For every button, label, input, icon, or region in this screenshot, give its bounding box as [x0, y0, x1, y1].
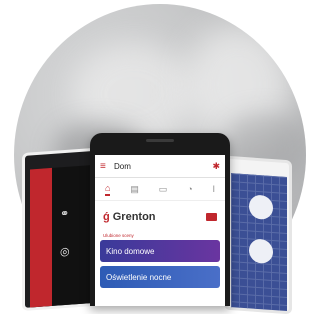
center-phone: ≡ Dom ✱ ⌂ ▤ ▭ ◔ ǀ ǵ Grenton Ulubione sce…: [90, 133, 230, 306]
scene-card-home-cinema[interactable]: Kino domowe: [100, 240, 220, 262]
lamp-icon[interactable]: ◔: [187, 184, 192, 194]
circular-photo-frame: ⚭ ◎ ≡ Dom ✱ ⌂ ▤ ▭ ◔ ǀ ǵ Grenton Ulubione…: [0, 0, 306, 314]
fingerprint-icon: ◎: [60, 245, 70, 259]
right-phone: [224, 155, 292, 314]
color-wheel-icon: [249, 194, 273, 221]
home-icon[interactable]: ⌂: [104, 183, 111, 196]
scene-label: Oświetlenie nocne: [106, 272, 172, 282]
right-phone-screen: [231, 173, 287, 312]
scene-label: Kino domowe: [106, 246, 155, 256]
blinds-icon[interactable]: ▤: [130, 184, 139, 195]
location-title: Dom: [114, 161, 131, 171]
grenton-logo-icon: ǵ: [103, 211, 110, 223]
brand-name: Grenton: [112, 211, 156, 223]
grenton-logo: ǵ Grenton: [103, 211, 156, 223]
left-phone-red-panel: [30, 167, 52, 308]
settings-icon[interactable]: ✱: [212, 161, 220, 172]
thermometer-icon[interactable]: ǀ: [213, 184, 215, 194]
favorites-section-label: Ulubione sceny: [103, 233, 134, 238]
app-screen: ≡ Dom ✱ ⌂ ▤ ▭ ◔ ǀ ǵ Grenton Ulubione sce…: [95, 155, 225, 306]
app-top-bar: ≡ Dom ✱: [95, 155, 225, 178]
scene-card-night-light[interactable]: Oświetlenie nocne: [100, 266, 220, 288]
menu-icon[interactable]: ≡: [100, 161, 114, 172]
blind-control-icon: [249, 238, 273, 265]
link-icon: ⚭: [60, 207, 70, 221]
sofa-icon[interactable]: ▭: [159, 184, 168, 195]
category-tabs: ⌂ ▤ ▭ ◔ ǀ: [95, 178, 225, 201]
brand-row: ǵ Grenton: [95, 201, 225, 233]
phone-speaker: [146, 139, 174, 142]
mail-icon[interactable]: [206, 213, 217, 221]
